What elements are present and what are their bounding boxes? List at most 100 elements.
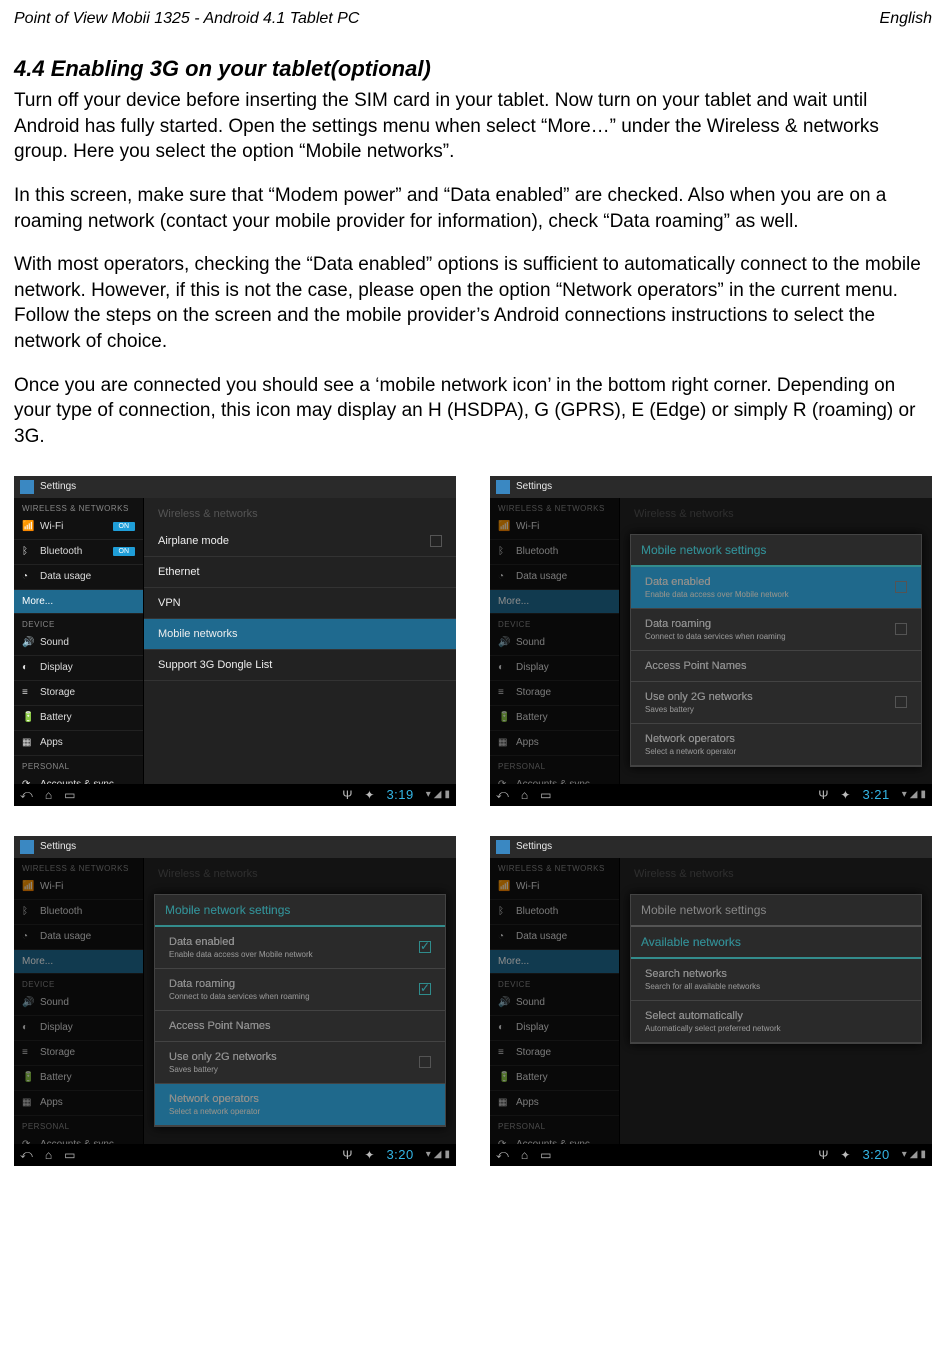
available-networks-dialog: Mobile network settings Available networ… — [630, 894, 922, 1044]
sidebar-item-more[interactable]: More... — [490, 950, 619, 974]
back-icon[interactable]: ⤺ — [496, 787, 509, 802]
dialog-operators[interactable]: Network operatorsSelect a network operat… — [155, 1084, 445, 1126]
mobile-network-settings-dialog: Mobile network settings Data enabledEnab… — [154, 894, 446, 1127]
menu-dongle-list[interactable]: Support 3G Dongle List — [144, 650, 456, 681]
apps-icon: ▦ — [498, 1097, 510, 1109]
recents-icon[interactable]: ▭ — [540, 788, 551, 802]
system-navbar: ⤺⌂▭ Ψ✦3:20▾◢▮ — [14, 1144, 456, 1166]
sidebar-item-accounts[interactable]: ⟳Accounts & sync — [490, 773, 619, 784]
menu-mobile-networks[interactable]: Mobile networks — [144, 619, 456, 650]
settings-icon — [496, 840, 510, 854]
sidebar-item-sound[interactable]: 🔊Sound — [490, 631, 619, 656]
sidebar-item-data-usage[interactable]: ◔Data usage — [490, 565, 619, 590]
sidebar-item-display[interactable]: ◐Display — [14, 1016, 143, 1041]
sidebar-item-wifi[interactable]: 📶Wi-Fi — [14, 875, 143, 900]
sidebar-item-more[interactable]: More... — [490, 590, 619, 614]
bt-toggle[interactable]: ON — [113, 547, 136, 556]
sidebar-item-wifi[interactable]: 📶Wi-Fi — [490, 515, 619, 540]
recents-icon[interactable]: ▭ — [540, 1148, 551, 1162]
dialog-data-roaming[interactable]: Data roamingConnect to data services whe… — [155, 969, 445, 1011]
sidebar-item-sound[interactable]: 🔊Sound — [14, 991, 143, 1016]
sidebar-item-accounts[interactable]: ⟳Accounts & sync — [490, 1133, 619, 1144]
data-roaming-checkbox[interactable] — [419, 983, 431, 995]
back-icon[interactable]: ⤺ — [496, 1147, 509, 1162]
home-icon[interactable]: ⌂ — [521, 1148, 528, 1162]
sidebar-item-data-usage[interactable]: ◔Data usage — [490, 925, 619, 950]
sidebar-item-accounts[interactable]: ⟳Accounts & sync — [14, 773, 143, 784]
sidebar-item-battery[interactable]: 🔋Battery — [14, 1066, 143, 1091]
home-icon[interactable]: ⌂ — [521, 788, 528, 802]
home-icon[interactable]: ⌂ — [45, 788, 52, 802]
dialog-data-enabled[interactable]: Data enabledEnable data access over Mobi… — [631, 567, 921, 609]
menu-ethernet[interactable]: Ethernet — [144, 557, 456, 588]
wifi-toggle[interactable]: ON — [113, 522, 136, 531]
sidebar-item-display[interactable]: ◐Display — [490, 656, 619, 681]
bluetooth-icon: ᛒ — [22, 546, 34, 558]
clock: 3:20 — [386, 1147, 413, 1162]
dialog-data-roaming[interactable]: Data roamingConnect to data services whe… — [631, 609, 921, 651]
sidebar-item-bluetooth[interactable]: ᛒBluetoothON — [14, 540, 143, 565]
sidebar-item-wifi[interactable]: 📶Wi-Fi — [490, 875, 619, 900]
sidebar-item-apps[interactable]: ▦Apps — [490, 731, 619, 756]
clock: 3:21 — [862, 787, 889, 802]
back-icon[interactable]: ⤺ — [20, 787, 33, 802]
settings-icon — [20, 480, 34, 494]
menu-airplane[interactable]: Airplane mode — [144, 526, 456, 557]
clock: 3:20 — [862, 1147, 889, 1162]
sidebar-item-more[interactable]: More... — [14, 950, 143, 974]
screenshot-2: Settings WIRELESS & NETWORKS 📶Wi-Fi ᛒBlu… — [490, 476, 932, 806]
menu-vpn[interactable]: VPN — [144, 588, 456, 619]
sidebar-item-apps[interactable]: ▦Apps — [14, 1091, 143, 1116]
data-roaming-checkbox[interactable] — [895, 623, 907, 635]
dialog-data-enabled[interactable]: Data enabledEnable data access over Mobi… — [155, 927, 445, 969]
dialog-operators[interactable]: Network operatorsSelect a network operat… — [631, 724, 921, 766]
recents-icon[interactable]: ▭ — [64, 1148, 75, 1162]
sidebar-item-storage[interactable]: ≡Storage — [490, 681, 619, 706]
dialog-2g[interactable]: Use only 2G networksSaves battery — [155, 1042, 445, 1084]
dialog-apn[interactable]: Access Point Names — [155, 1011, 445, 1042]
sidebar-item-bluetooth[interactable]: ᛒBluetooth — [14, 900, 143, 925]
sidebar-item-sound[interactable]: 🔊Sound — [14, 631, 143, 656]
home-icon[interactable]: ⌂ — [45, 1148, 52, 1162]
data-usage-icon: ◔ — [498, 571, 510, 583]
dialog-select-automatically[interactable]: Select automaticallyAutomatically select… — [631, 1001, 921, 1043]
debug-icon: ✦ — [364, 1148, 374, 1162]
apps-icon: ▦ — [498, 737, 510, 749]
storage-icon: ≡ — [22, 687, 34, 699]
use2g-checkbox[interactable] — [419, 1056, 431, 1068]
sync-icon: ⟳ — [22, 1139, 34, 1144]
dialog-2g[interactable]: Use only 2G networksSaves battery — [631, 682, 921, 724]
data-enabled-checkbox[interactable] — [419, 941, 431, 953]
sidebar-item-battery[interactable]: 🔋Battery — [490, 1066, 619, 1091]
sidebar-item-storage[interactable]: ≡Storage — [490, 1041, 619, 1066]
sidebar-item-battery[interactable]: 🔋Battery — [490, 706, 619, 731]
wifi-icon: 📶 — [498, 881, 510, 893]
sidebar-item-wifi[interactable]: 📶Wi-FiON — [14, 515, 143, 540]
sidebar-item-accounts[interactable]: ⟳Accounts & sync — [14, 1133, 143, 1144]
data-enabled-checkbox[interactable] — [895, 581, 907, 593]
sidebar-item-storage[interactable]: ≡Storage — [14, 681, 143, 706]
recents-icon[interactable]: ▭ — [64, 788, 75, 802]
sidebar-item-apps[interactable]: ▦Apps — [490, 1091, 619, 1116]
settings-sidebar: WIRELESS & NETWORKS 📶Wi-FiON ᛒBluetoothO… — [14, 498, 144, 784]
sidebar-item-apps[interactable]: ▦Apps — [14, 731, 143, 756]
use2g-checkbox[interactable] — [895, 696, 907, 708]
sidebar-item-display[interactable]: ◐Display — [490, 1016, 619, 1041]
sidebar-item-more[interactable]: More... — [14, 590, 143, 614]
dialog-apn[interactable]: Access Point Names — [631, 651, 921, 682]
sidebar-item-bluetooth[interactable]: ᛒBluetooth — [490, 540, 619, 565]
sidebar-item-data-usage[interactable]: ◔Data usage — [14, 925, 143, 950]
sidebar-item-display[interactable]: ◐Display — [14, 656, 143, 681]
sound-icon: 🔊 — [22, 997, 34, 1009]
sidebar-item-sound[interactable]: 🔊Sound — [490, 991, 619, 1016]
airplane-checkbox[interactable] — [430, 535, 442, 547]
sidebar-item-data-usage[interactable]: ◔Data usage — [14, 565, 143, 590]
back-icon[interactable]: ⤺ — [20, 1147, 33, 1162]
debug-icon: ✦ — [840, 788, 850, 802]
dialog-search-networks[interactable]: Search networksSearch for all available … — [631, 959, 921, 1001]
window-titlebar: Settings — [490, 476, 932, 498]
clock: 3:19 — [386, 787, 413, 802]
sidebar-item-storage[interactable]: ≡Storage — [14, 1041, 143, 1066]
sidebar-item-bluetooth[interactable]: ᛒBluetooth — [490, 900, 619, 925]
sidebar-item-battery[interactable]: 🔋Battery — [14, 706, 143, 731]
